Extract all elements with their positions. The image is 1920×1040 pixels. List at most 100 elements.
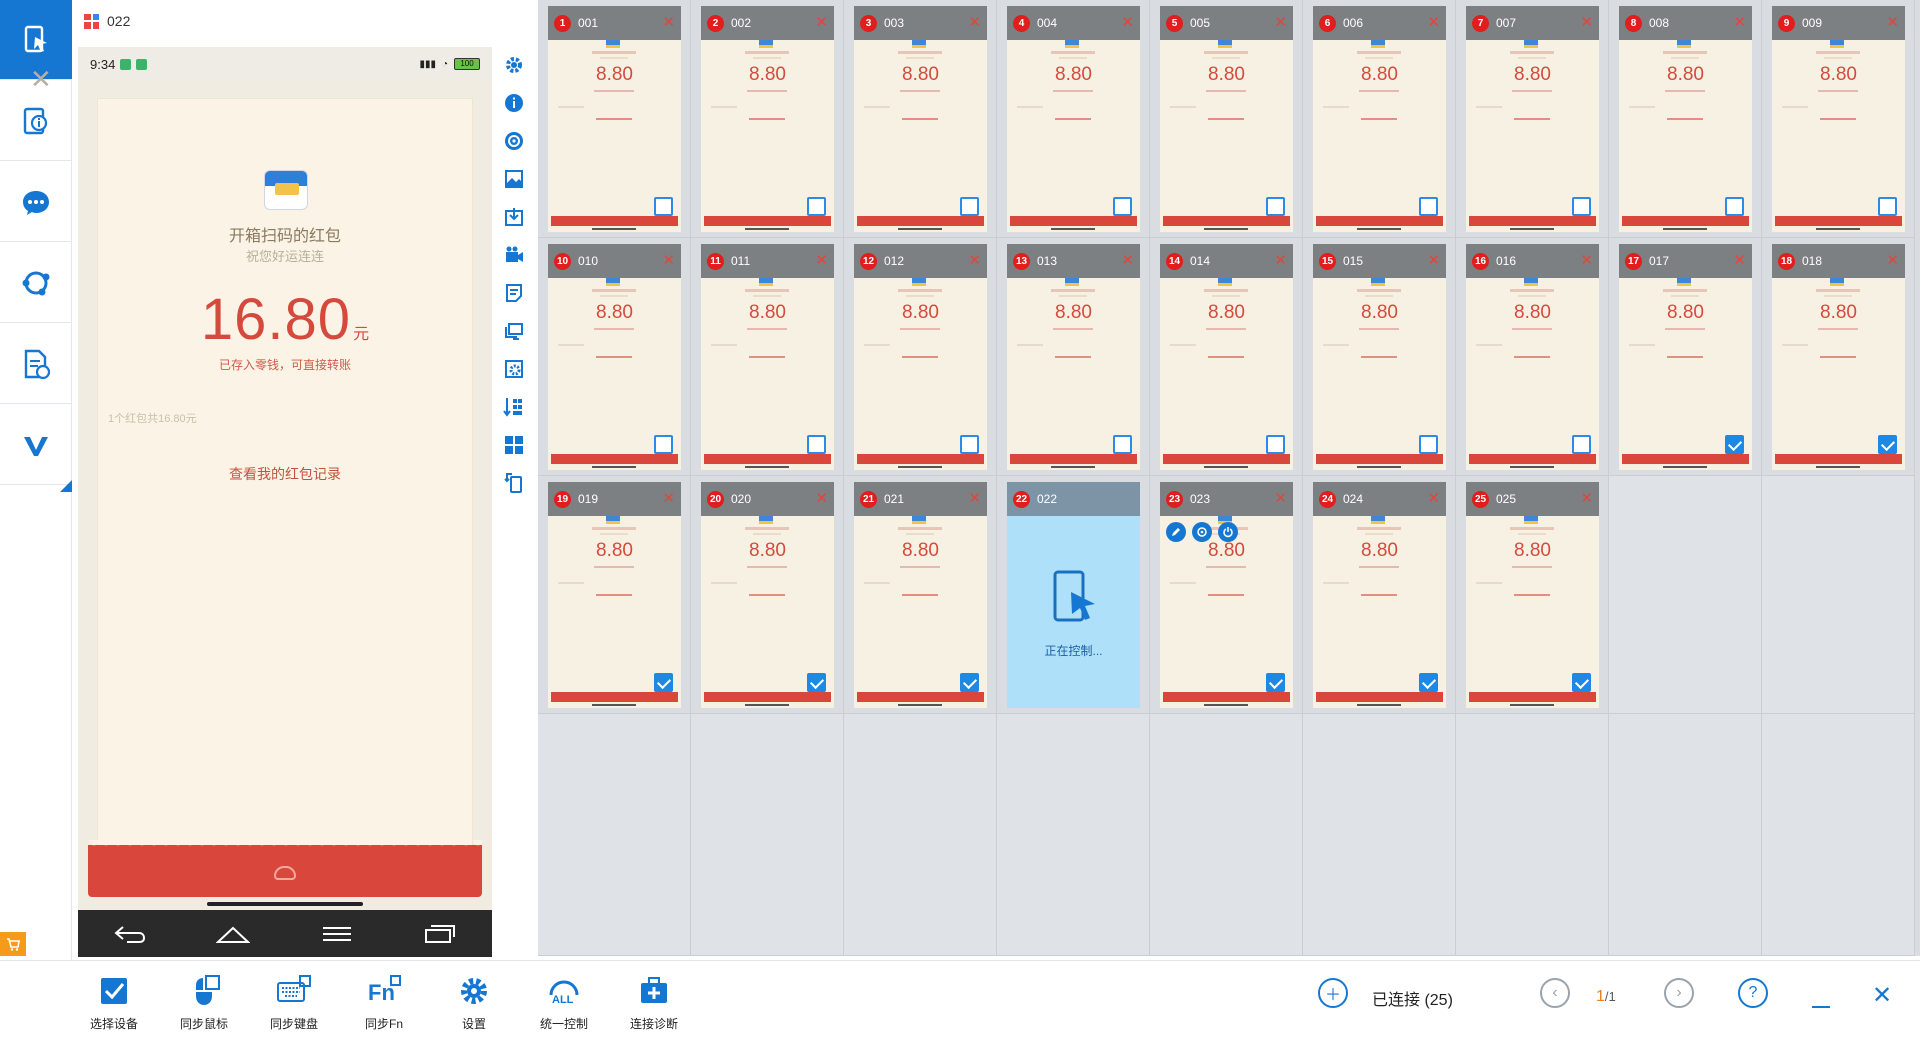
close-window-button[interactable]: ✕ (1872, 984, 1892, 1008)
device-tile[interactable]: 8.80 13 013 ✕ (1007, 244, 1140, 470)
close-icon[interactable]: ✕ (30, 64, 52, 95)
device-tile[interactable]: 8.80 4 004 ✕ (1007, 6, 1140, 232)
sidebar-item-sync[interactable] (0, 243, 72, 323)
diagnose-button[interactable]: 连接诊断 (614, 973, 694, 1032)
device-tile[interactable]: 8.80 8 008 ✕ (1619, 6, 1752, 232)
sync-keyboard-button[interactable]: 同步键盘 (254, 973, 334, 1032)
close-icon[interactable]: ✕ (1886, 13, 1899, 31)
tool-upload[interactable] (500, 198, 528, 236)
tool-notes[interactable] (500, 274, 528, 312)
tool-advanced-settings[interactable] (500, 350, 528, 388)
device-select-checkbox[interactable] (654, 435, 673, 454)
close-icon[interactable]: ✕ (815, 489, 828, 507)
target-icon[interactable] (1192, 522, 1212, 542)
device-tile[interactable]: 8.80 7 007 ✕ (1466, 6, 1599, 232)
tool-screenshot[interactable] (500, 160, 528, 198)
device-tile[interactable]: 8.80 16 016 ✕ (1466, 244, 1599, 470)
sidebar-collapse-corner[interactable] (60, 480, 72, 492)
device-select-checkbox[interactable] (1266, 197, 1285, 216)
device-tile[interactable]: 8.80 9 009 ✕ (1772, 6, 1905, 232)
device-select-checkbox[interactable] (1725, 197, 1744, 216)
close-icon[interactable]: ✕ (1580, 251, 1593, 269)
device-select-checkbox[interactable] (1419, 197, 1438, 216)
next-page-button[interactable]: › (1664, 978, 1694, 1008)
device-select-checkbox[interactable] (1878, 435, 1897, 454)
close-icon[interactable]: ✕ (662, 251, 675, 269)
device-tile[interactable]: 8.80 6 006 ✕ (1313, 6, 1446, 232)
close-icon[interactable]: ✕ (662, 13, 675, 31)
add-device-button[interactable]: ＋ (1318, 978, 1348, 1008)
home-button[interactable] (203, 914, 263, 954)
close-icon[interactable]: ✕ (1427, 489, 1440, 507)
device-select-checkbox[interactable] (1113, 435, 1132, 454)
device-tile[interactable]: 8.80 14 014 ✕ (1160, 244, 1293, 470)
tool-rotate[interactable] (500, 464, 528, 502)
device-select-checkbox[interactable] (1419, 435, 1438, 454)
device-select-checkbox[interactable] (960, 197, 979, 216)
device-tile[interactable]: 8.80 11 011 ✕ (701, 244, 834, 470)
close-icon[interactable]: ✕ (662, 489, 675, 507)
close-icon[interactable]: ✕ (1886, 251, 1899, 269)
device-tile[interactable]: 8.80 3 003 ✕ (854, 6, 987, 232)
device-tile[interactable]: 8.80 10 010 ✕ (548, 244, 681, 470)
sync-mouse-button[interactable]: 同步鼠标 (164, 973, 244, 1032)
close-icon[interactable]: ✕ (1733, 13, 1746, 31)
device-tile[interactable]: 8.80 25 025 ✕ (1466, 482, 1599, 708)
device-tile-controlling[interactable]: 22 022 正在控制... (1007, 482, 1140, 708)
device-tile[interactable]: 8.80 5 005 ✕ (1160, 6, 1293, 232)
tool-target[interactable] (500, 122, 528, 160)
sidebar-item-file-sync[interactable] (0, 324, 72, 404)
device-select-checkbox[interactable] (1572, 197, 1591, 216)
close-icon[interactable]: ✕ (1274, 13, 1287, 31)
device-select-checkbox[interactable] (1113, 197, 1132, 216)
device-select-checkbox[interactable] (960, 673, 979, 692)
sidebar-item-brand[interactable] (0, 405, 72, 485)
sync-fn-button[interactable]: Fn 同步Fn (344, 973, 424, 1032)
device-tile[interactable]: 8.80 19 019 ✕ (548, 482, 681, 708)
prev-page-button[interactable]: ‹ (1540, 978, 1570, 1008)
close-icon[interactable]: ✕ (1427, 251, 1440, 269)
menu-button[interactable] (307, 914, 367, 954)
close-icon[interactable]: ✕ (1121, 13, 1134, 31)
close-icon[interactable]: ✕ (1427, 13, 1440, 31)
device-select-checkbox[interactable] (1419, 673, 1438, 692)
device-select-checkbox[interactable] (1266, 673, 1285, 692)
edit-icon[interactable] (1166, 522, 1186, 542)
red-packet-history-link[interactable]: 查看我的红包记录 (78, 464, 492, 484)
close-icon[interactable]: ✕ (1274, 489, 1287, 507)
device-select-checkbox[interactable] (1572, 435, 1591, 454)
device-select-checkbox[interactable] (1572, 673, 1591, 692)
close-icon[interactable]: ✕ (968, 251, 981, 269)
device-select-checkbox[interactable] (960, 435, 979, 454)
device-tile[interactable]: 8.80 2 002 ✕ (701, 6, 834, 232)
close-icon[interactable]: ✕ (968, 489, 981, 507)
device-select-checkbox[interactable] (807, 673, 826, 692)
select-devices-button[interactable]: 选择设备 (74, 973, 154, 1032)
power-icon[interactable] (1218, 522, 1238, 542)
minimize-button[interactable] (1808, 980, 1834, 1010)
device-select-checkbox[interactable] (1878, 197, 1897, 216)
close-icon[interactable]: ✕ (1733, 251, 1746, 269)
device-select-checkbox[interactable] (1266, 435, 1285, 454)
device-tile[interactable]: 8.80 17 017 ✕ (1619, 244, 1752, 470)
close-icon[interactable]: ✕ (815, 13, 828, 31)
device-select-checkbox[interactable] (654, 673, 673, 692)
device-tile[interactable]: 8.80 24 024 ✕ (1313, 482, 1446, 708)
tool-settings[interactable] (500, 46, 528, 84)
device-select-checkbox[interactable] (1725, 435, 1744, 454)
device-select-checkbox[interactable] (654, 197, 673, 216)
device-tile[interactable]: 8.80 1 001 ✕ (548, 6, 681, 232)
tool-info[interactable] (500, 84, 528, 122)
tool-screen-cast[interactable] (500, 312, 528, 350)
close-icon[interactable]: ✕ (1121, 251, 1134, 269)
device-tile[interactable]: 8.80 23 023 ✕ (1160, 482, 1293, 708)
device-tile[interactable]: 8.80 12 012 ✕ (854, 244, 987, 470)
tool-download[interactable] (500, 388, 528, 426)
device-select-checkbox[interactable] (807, 435, 826, 454)
close-icon[interactable]: ✕ (1580, 13, 1593, 31)
tool-keypad[interactable] (500, 426, 528, 464)
close-icon[interactable]: ✕ (1580, 489, 1593, 507)
tool-record[interactable] (500, 236, 528, 274)
unified-control-button[interactable]: ALL 统一控制 (524, 973, 604, 1032)
device-tile[interactable]: 8.80 21 021 ✕ (854, 482, 987, 708)
